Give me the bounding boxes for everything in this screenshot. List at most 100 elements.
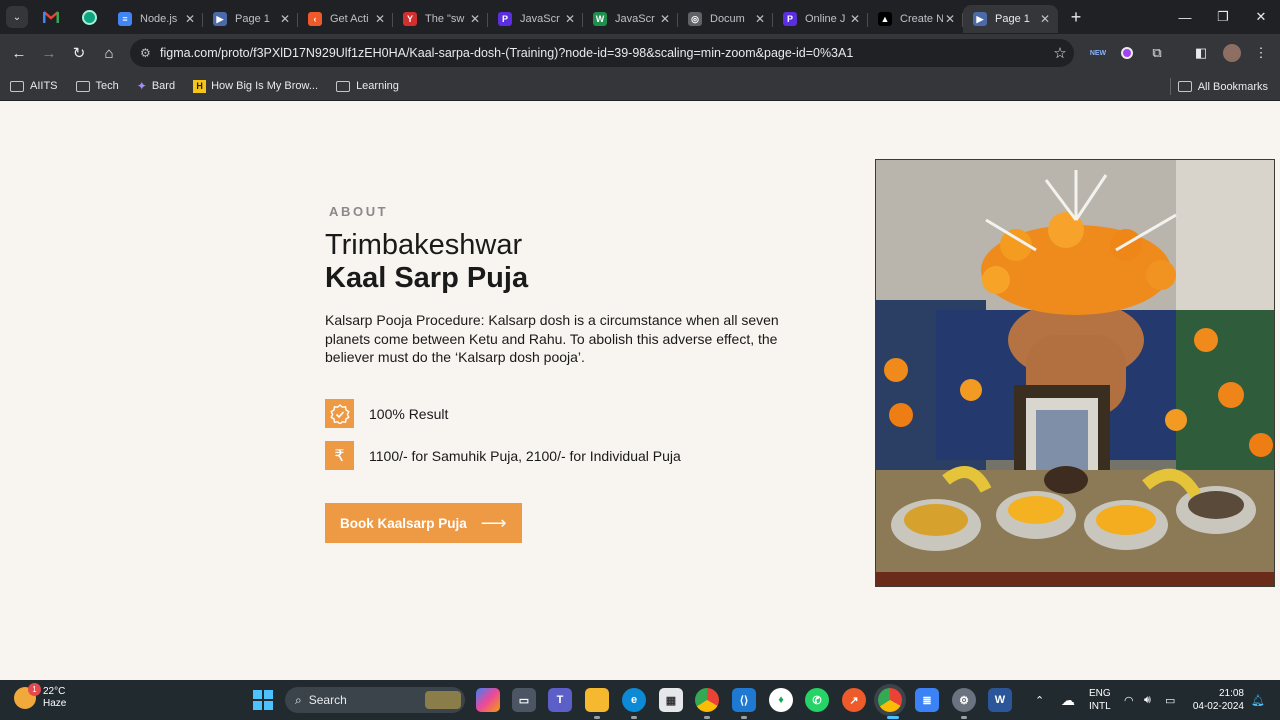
start-windows-icon[interactable] [251,688,275,712]
browser-tab[interactable]: ▲ Create N ✕ [868,5,963,33]
new-tab-button[interactable]: + [1062,3,1090,31]
postman-icon[interactable]: ↗ [842,688,866,712]
browser-tab[interactable]: ‹ Get Acti ✕ [298,5,393,33]
tab-favicon-icon: ◎ [688,12,702,26]
home-button[interactable]: ⌂ [94,38,124,68]
bookmark-how-big[interactable]: H How Big Is My Brow... [193,79,318,93]
bookmark-star-icon[interactable]: ☆ [1046,44,1074,62]
browser-tab[interactable]: W JavaScr ✕ [583,5,678,33]
mongodb-icon[interactable]: ♦ [769,688,793,712]
address-bar[interactable]: ⚙ figma.com/proto/f3PXlD17N929Ulf1zEH0HA… [130,39,1074,67]
h-favicon-icon: H [193,79,207,93]
maximize-button[interactable]: ❐ [1204,0,1242,34]
taskbar-search[interactable]: ⌕ Search [285,687,465,713]
rupee-icon: ₹ [325,441,354,470]
edge-icon[interactable]: e [622,688,646,712]
system-clock[interactable]: 21:08 04-02-2024 [1193,687,1244,713]
page-title-line1: Trimbakeshwar [325,229,523,261]
record-extension-icon[interactable] [1117,43,1137,63]
temperature: 22°C [43,686,66,697]
bookmark-learning[interactable]: Learning [336,80,399,92]
tab-close-icon[interactable]: ✕ [943,12,957,26]
folder-icon [10,80,24,92]
browser-tab[interactable]: ≡ Node.js ✕ [108,5,203,33]
url-text[interactable]: figma.com/proto/f3PXlD17N929Ulf1zEH0HA/K… [160,46,1046,60]
whatsapp-icon[interactable]: ✆ [805,688,829,712]
tab-title: Create N [900,13,943,25]
search-highlight-icon [425,691,461,709]
back-button[interactable]: ← [4,38,34,68]
bookmark-bard[interactable]: ✦ Bard [137,79,175,93]
all-bookmarks-button[interactable]: All Bookmarks [1177,72,1268,101]
tab-favicon-icon: ▶ [213,12,227,26]
settings-gear-icon[interactable]: ⚙ [952,688,976,712]
book-puja-button[interactable]: Book Kaalsarp Puja ⟶ [325,503,522,543]
word-icon[interactable]: W [988,688,1012,712]
copilot-icon[interactable] [476,688,500,712]
menu-kebab-icon[interactable]: ⋮ [1251,43,1271,63]
volume-icon[interactable]: 🔊︎ [1144,680,1151,720]
store-icon[interactable]: ▦ [659,688,683,712]
section-eyebrow: ABOUT [329,204,389,219]
teams-icon[interactable]: T [548,688,572,712]
bookmark-aiits[interactable]: AIITS [10,80,58,92]
side-panel-icon[interactable]: ◧ [1191,43,1211,63]
tab-favicon-icon: ▶ [973,12,987,26]
tab-favicon-icon: ‹ [308,12,322,26]
clock-date: 04-02-2024 [1192,701,1244,712]
language-indicator[interactable]: ENG INTL [1089,680,1111,720]
file-explorer-icon[interactable] [585,688,609,712]
book-puja-label: Book Kaalsarp Puja [340,515,467,531]
tab-close-icon[interactable]: ✕ [753,12,767,26]
tab-close-icon[interactable]: ✕ [1038,12,1052,26]
close-window-button[interactable]: ✕ [1242,0,1280,34]
tab-favicon-icon: ≡ [118,12,132,26]
search-icon: ⌕ [295,692,302,707]
browser-toolbar: ← → ↻ ⌂ ⚙ figma.com/proto/f3PXlD17N929Ul… [0,34,1280,72]
tab-title: JavaScr [615,13,655,25]
tab-close-icon[interactable]: ✕ [563,12,577,26]
tab-close-icon[interactable]: ✕ [278,12,292,26]
new-extension-icon[interactable]: NEW [1088,43,1108,63]
tab-close-icon[interactable]: ✕ [468,12,482,26]
feature-result: 100% Result [325,399,448,428]
description-paragraph: Kalsarp Pooja Procedure: Kalsarp dosh is… [325,312,779,365]
tray-chevron-icon[interactable]: ⌃ [1035,680,1044,720]
chrome-profile-icon[interactable] [878,688,902,712]
notification-badge: 1 [28,683,41,696]
pinned-tab-chatgpt[interactable] [70,0,108,34]
tab-close-icon[interactable]: ✕ [373,12,387,26]
tab-search-button[interactable]: ⌄ [6,6,28,28]
vscode-icon[interactable]: ⟨⟩ [732,688,756,712]
profile-avatar[interactable] [1222,43,1242,63]
browser-tab[interactable]: ▶ Page 1 ✕ [963,5,1058,33]
running-indicator [631,716,637,719]
bookmark-tech[interactable]: Tech [75,80,119,92]
battery-icon[interactable]: ▭ [1165,680,1175,720]
reload-button[interactable]: ↻ [64,38,94,68]
tab-close-icon[interactable]: ✕ [183,12,197,26]
windows-taskbar: 1 22°C Haze ⌕ Search ▭ T e ▦ ⟨⟩ ♦ ✆ ↗ ≣ … [0,680,1280,720]
wifi-icon[interactable]: ◠ [1124,680,1134,720]
browser-tab[interactable]: ▶ Page 1 ✕ [203,5,298,33]
notepad-icon[interactable]: ≣ [915,688,939,712]
browser-tab[interactable]: Y The "sw ✕ [393,5,488,33]
tab-close-icon[interactable]: ✕ [658,12,672,26]
folder-icon [75,80,90,92]
browser-tab[interactable]: P JavaScr ✕ [488,5,583,33]
onedrive-cloud-icon[interactable]: ☁ [1061,680,1075,720]
weather-widget[interactable]: 1 22°C Haze [14,683,66,710]
browser-tab[interactable]: ◎ Docum ✕ [678,5,773,33]
task-view-icon[interactable]: ▭ [512,688,536,712]
pinned-tab-gmail[interactable] [32,0,70,34]
minimize-button[interactable]: — [1166,0,1204,34]
notification-bell-icon[interactable]: 🔔︎ [1251,680,1265,720]
running-indicator [594,716,600,719]
forward-button[interactable]: → [34,38,64,68]
chrome-icon[interactable] [695,688,719,712]
browser-tab[interactable]: P Online J ✕ [773,5,868,33]
tab-close-icon[interactable]: ✕ [848,12,862,26]
extensions-puzzle-icon[interactable]: ⧉ [1147,43,1167,63]
tab-favicon-icon: P [498,12,512,26]
site-settings-icon[interactable]: ⚙ [140,46,160,60]
